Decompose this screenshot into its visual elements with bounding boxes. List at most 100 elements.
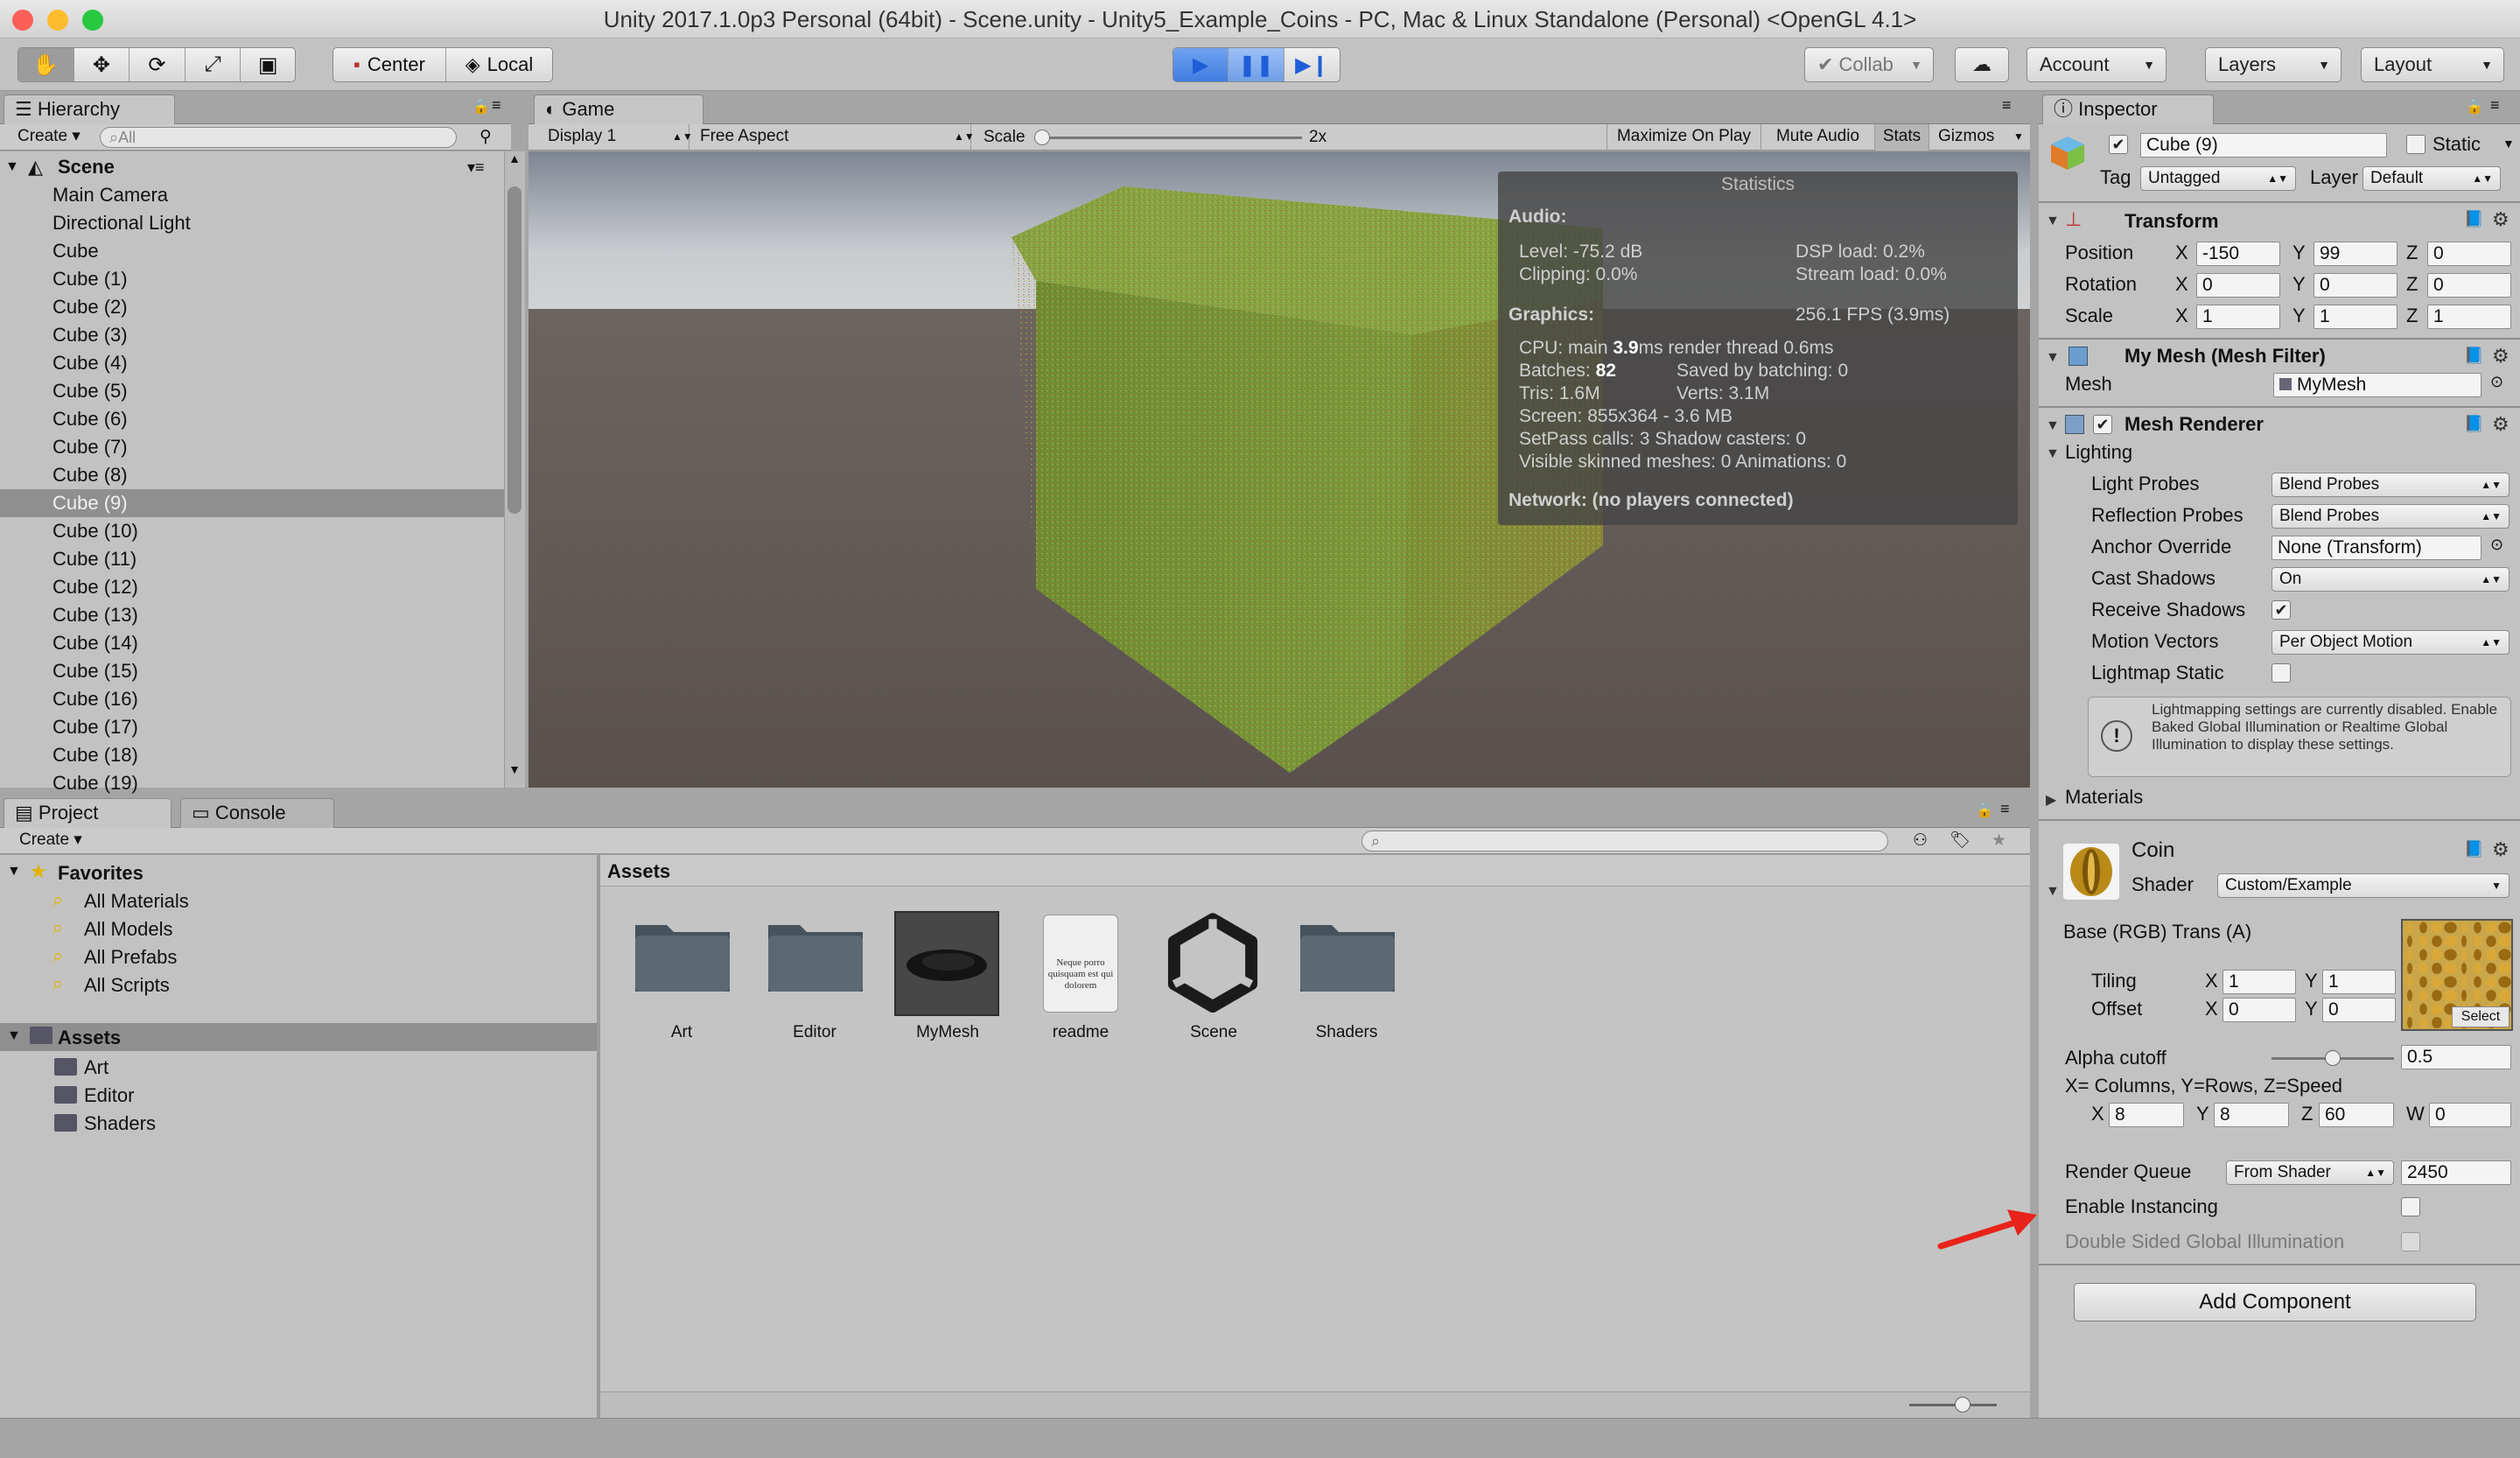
double-sided-gi-checkbox[interactable] <box>2401 1232 2420 1251</box>
project-create-button[interactable]: Create ▾ <box>19 828 82 852</box>
tab-game[interactable]: ◐ Game <box>534 95 704 124</box>
favorite-star-icon[interactable]: ★ <box>1992 829 2006 853</box>
hierarchy-item[interactable]: Cube (7) <box>0 433 504 461</box>
hand-tool-icon[interactable]: ✋ <box>18 48 74 81</box>
vector-x-field[interactable]: 8 <box>2109 1103 2184 1127</box>
material-gear-icon[interactable]: ⚙ <box>2492 838 2510 861</box>
tab-project[interactable]: ▤ Project <box>4 798 172 828</box>
panel-menu-icon[interactable]: ≡ <box>492 96 501 115</box>
tag-dropdown[interactable]: Untagged ▲▼ <box>2140 166 2296 191</box>
object-picker-icon[interactable]: ⊙ <box>2490 373 2503 391</box>
object-picker-icon[interactable]: ⊙ <box>2490 536 2503 554</box>
asset-folder-item[interactable]: Editor <box>0 1081 597 1109</box>
hierarchy-item[interactable]: Cube (13) <box>0 601 504 629</box>
motion-vectors-dropdown[interactable]: Per Object Motion ▲▼ <box>2272 630 2510 655</box>
scale-x-field[interactable]: 1 <box>2196 305 2280 329</box>
pivot-center-button[interactable]: ▪ Center <box>333 48 446 81</box>
hierarchy-item[interactable]: Cube (17) <box>0 713 504 741</box>
favorites-item[interactable]: ⌕ All Prefabs <box>0 943 597 971</box>
hierarchy-create-button[interactable]: Create ▾ <box>18 124 80 149</box>
hierarchy-item[interactable]: Cube (18) <box>0 741 504 769</box>
hierarchy-item[interactable]: Main Camera <box>0 181 504 209</box>
tab-inspector[interactable]: ⓘ Inspector <box>2042 95 2214 124</box>
project-search-input[interactable]: ⌕ <box>1362 831 1888 852</box>
asset-mymesh[interactable] <box>894 911 999 1016</box>
hierarchy-item[interactable]: Cube (2) <box>0 293 504 321</box>
close-window-button[interactable] <box>12 10 33 31</box>
search-by-label-icon[interactable]: 🏷 <box>1950 829 1970 853</box>
mesh-field[interactable]: MyMesh <box>2273 373 2482 397</box>
meshrenderer-enabled-checkbox[interactable]: ✔ <box>2093 415 2112 434</box>
hierarchy-search-input[interactable]: ⌕All <box>100 127 457 148</box>
render-queue-field[interactable]: 2450 <box>2401 1160 2511 1185</box>
hierarchy-item[interactable]: Cube (1) <box>0 265 504 293</box>
favorites-item[interactable]: ⌕ All Materials <box>0 887 597 915</box>
shader-dropdown[interactable]: Custom/Example ▼ <box>2217 873 2510 898</box>
expand-triangle-icon[interactable]: ▼ <box>5 153 19 181</box>
rotation-y-field[interactable]: 0 <box>2314 273 2398 298</box>
mute-audio-button[interactable]: Mute Audio <box>1760 124 1874 151</box>
favorites-expand-icon[interactable]: ▼ <box>7 864 21 880</box>
asset-folder-item[interactable]: Art <box>0 1053 597 1081</box>
lock-icon[interactable]: 🔒 <box>472 98 490 116</box>
offset-x-field[interactable]: 0 <box>2222 998 2296 1022</box>
hierarchy-item[interactable]: Directional Light <box>0 209 504 237</box>
alpha-cutoff-field[interactable]: 0.5 <box>2401 1045 2511 1069</box>
hierarchy-scrollbar[interactable]: ▲ ▼ <box>504 151 525 788</box>
hierarchy-item[interactable]: Cube (16) <box>0 685 504 713</box>
vector-y-field[interactable]: 8 <box>2214 1103 2289 1127</box>
add-component-button[interactable]: Add Component <box>2074 1283 2476 1321</box>
scroll-up-icon[interactable]: ▲ <box>505 151 524 171</box>
project-panel-menu-icon[interactable]: ≡ <box>2000 800 2010 818</box>
help-book-icon[interactable]: 📘 <box>2464 840 2483 859</box>
transform-foldout-icon[interactable]: ▼ <box>2046 214 2060 229</box>
stats-button[interactable]: Stats <box>1874 124 1928 151</box>
base-texture-slot[interactable]: Select <box>2401 919 2513 1031</box>
inspector-menu-icon[interactable]: ≡ <box>2490 96 2500 115</box>
material-foldout-icon[interactable]: ▼ <box>2046 884 2060 900</box>
project-lock-icon[interactable]: 🔒 <box>1976 802 1993 819</box>
alpha-cutoff-slider-thumb[interactable] <box>2325 1050 2341 1066</box>
collab-dropdown[interactable]: ✔ Collab ▼ <box>1804 47 1934 82</box>
vector-w-field[interactable]: 0 <box>2429 1103 2511 1127</box>
asset-zoom-track[interactable] <box>1909 1404 1997 1406</box>
search-by-type-icon[interactable]: ⚇ <box>1913 829 1928 853</box>
rotation-z-field[interactable]: 0 <box>2427 273 2511 298</box>
tiling-y-field[interactable]: 1 <box>2322 970 2396 994</box>
scale-tool-icon[interactable]: ⤢ <box>186 48 242 81</box>
hierarchy-item[interactable]: Cube <box>0 237 504 265</box>
asset-art[interactable] <box>632 913 733 1002</box>
hierarchy-item[interactable]: Cube (8) <box>0 461 504 489</box>
offset-y-field[interactable]: 0 <box>2322 998 2396 1022</box>
asset-zoom-thumb[interactable] <box>1955 1397 1970 1412</box>
rect-tool-icon[interactable]: ▣ <box>241 48 295 81</box>
step-button[interactable]: ▶❙ <box>1284 48 1340 81</box>
light-probes-dropdown[interactable]: Blend Probes ▲▼ <box>2272 473 2510 497</box>
static-checkbox[interactable] <box>2406 135 2426 154</box>
layer-dropdown[interactable]: Default ▲▼ <box>2362 166 2501 191</box>
static-dropdown-icon[interactable]: ▼ <box>2502 137 2515 151</box>
game-panel-menu-icon[interactable]: ≡ <box>2002 96 2012 115</box>
favorites-item[interactable]: ⌕ All Scripts <box>0 971 597 999</box>
maximize-on-play-button[interactable]: Maximize On Play <box>1606 124 1760 151</box>
rotate-tool-icon[interactable]: ⟳ <box>130 48 186 81</box>
hierarchy-item[interactable]: Cube (9) <box>0 489 504 517</box>
hierarchy-item[interactable]: Cube (5) <box>0 377 504 405</box>
play-button[interactable]: ▶ <box>1173 48 1229 81</box>
help-book-icon[interactable]: 📘 <box>2464 415 2483 433</box>
object-name-field[interactable]: Cube (9) <box>2140 133 2387 158</box>
position-z-field[interactable]: 0 <box>2427 242 2511 266</box>
asset-editor[interactable] <box>765 913 866 1002</box>
lightmap-static-checkbox[interactable] <box>2272 663 2291 683</box>
cast-shadows-dropdown[interactable]: On ▲▼ <box>2272 567 2510 592</box>
asset-scene[interactable] <box>1162 911 1264 1018</box>
pause-button[interactable]: ❚❚ <box>1228 48 1284 81</box>
scene-root[interactable]: ▼ ◭ Scene ▾≡ <box>0 153 504 181</box>
cloud-button[interactable]: ☁ <box>1955 47 2009 82</box>
move-tool-icon[interactable]: ✥ <box>74 48 130 81</box>
gizmos-dropdown[interactable]: Gizmos ▼ <box>1928 124 2030 151</box>
favorites-item[interactable]: ⌕ All Models <box>0 915 597 943</box>
render-queue-dropdown[interactable]: From Shader ▲▼ <box>2226 1160 2394 1185</box>
asset-readme[interactable]: Neque porro quisquam est qui dolorem <box>1043 915 1118 1013</box>
scale-slider-thumb[interactable] <box>1034 130 1050 145</box>
